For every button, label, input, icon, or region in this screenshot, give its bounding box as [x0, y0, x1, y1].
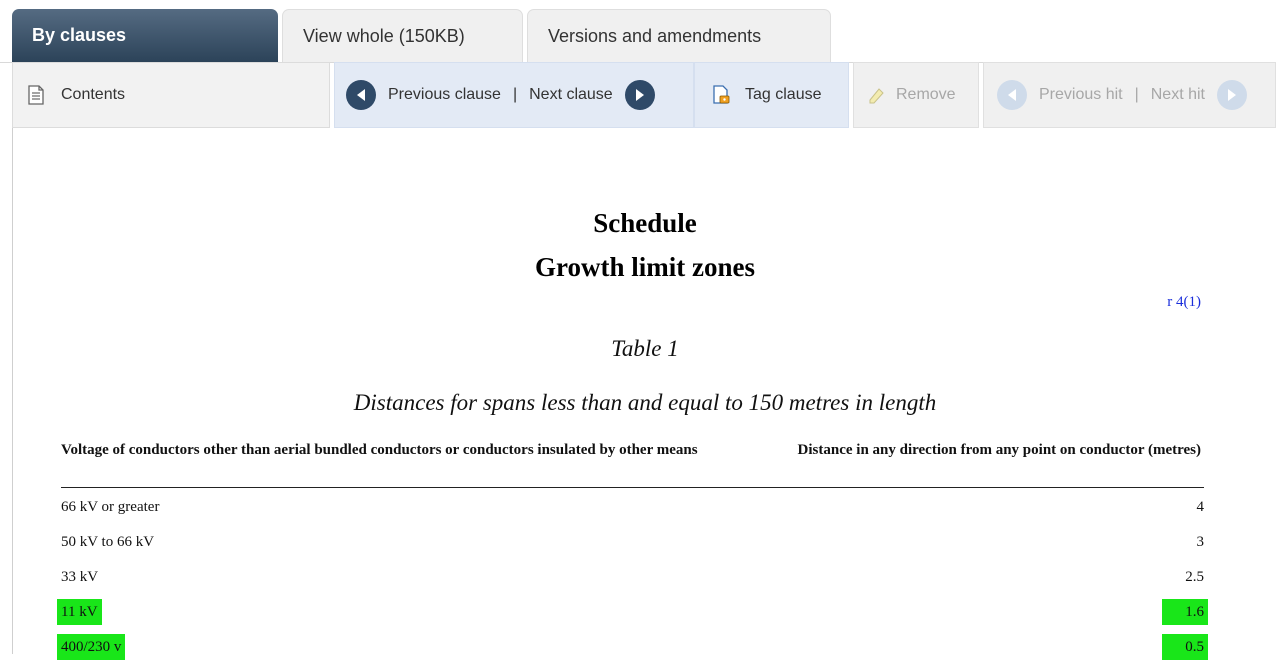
page-subtitle: Growth limit zones [535, 252, 755, 282]
page-title: Schedule [593, 208, 697, 238]
hit-navigation: Previous hit | Next hit [983, 62, 1276, 128]
hit-separator: | [1134, 86, 1139, 103]
voltage-cell: 50 kV to 66 kV [61, 534, 155, 550]
distance-cell-highlighted: 0.5 [1162, 634, 1208, 660]
table-row: 33 kV 2.5 [61, 564, 1204, 590]
clause-navigation: Previous clause | Next clause [334, 62, 694, 128]
remove-button[interactable]: Remove [853, 62, 979, 128]
document-content: Schedule Growth limit zones r 4(1) Table… [12, 128, 1276, 660]
table-subtitle: Distances for spans less than and equal … [353, 390, 937, 415]
document-icon [28, 85, 44, 105]
eraser-icon [869, 88, 884, 104]
tag-icon [713, 85, 730, 104]
table-row: 66 kV or greater 4 [61, 494, 1204, 520]
distance-cell: 4 [1196, 499, 1205, 515]
next-clause-icon[interactable] [624, 80, 655, 110]
column-header-distance: Distance in any direction from any point… [797, 442, 1201, 458]
table-row: 50 kV to 66 kV 3 [61, 529, 1204, 555]
voltage-cell-highlighted: 400/230 v [57, 634, 126, 660]
contents-button[interactable]: Contents [12, 62, 330, 128]
next-hit-icon[interactable] [1217, 80, 1247, 110]
regulation-reference-link[interactable]: r 4(1) [1167, 294, 1201, 311]
distance-cell: 3 [1196, 534, 1205, 550]
tag-clause-label: Tag clause [745, 86, 822, 103]
table-row: 11 kV 1.6 [57, 599, 1208, 625]
previous-hit-icon[interactable] [997, 80, 1027, 110]
table-title: Table 1 [611, 336, 679, 361]
next-clause-link[interactable]: Next clause [529, 86, 613, 104]
table-header-rule [61, 487, 1204, 488]
previous-clause-link[interactable]: Previous clause [388, 86, 501, 104]
tab-versions-amendments[interactable]: Versions and amendments [527, 9, 831, 62]
voltage-cell-highlighted: 11 kV [57, 599, 102, 625]
clause-toolbar: Contents Previous clause | Next clause T… [12, 62, 1276, 128]
contents-label: Contents [61, 86, 126, 103]
remove-label: Remove [896, 86, 956, 103]
distance-cell: 2.5 [1185, 569, 1204, 585]
nav-separator: | [512, 86, 518, 103]
voltage-cell: 66 kV or greater [61, 499, 160, 515]
distance-cell-highlighted: 1.6 [1162, 599, 1208, 625]
voltage-cell: 33 kV [61, 569, 99, 585]
previous-hit-link[interactable]: Previous hit [1039, 86, 1123, 104]
tab-by-clauses[interactable]: By clauses [12, 9, 278, 62]
tag-clause-button[interactable]: Tag clause [694, 62, 849, 128]
tab-bar: By clauses View whole (150KB) Versions a… [12, 9, 1276, 62]
tab-view-whole[interactable]: View whole (150KB) [282, 9, 523, 62]
column-header-voltage: Voltage of conductors other than aerial … [61, 442, 698, 458]
table-row: 400/230 v 0.5 [57, 634, 1208, 660]
previous-clause-icon[interactable] [346, 80, 376, 110]
next-hit-link[interactable]: Next hit [1151, 86, 1205, 104]
